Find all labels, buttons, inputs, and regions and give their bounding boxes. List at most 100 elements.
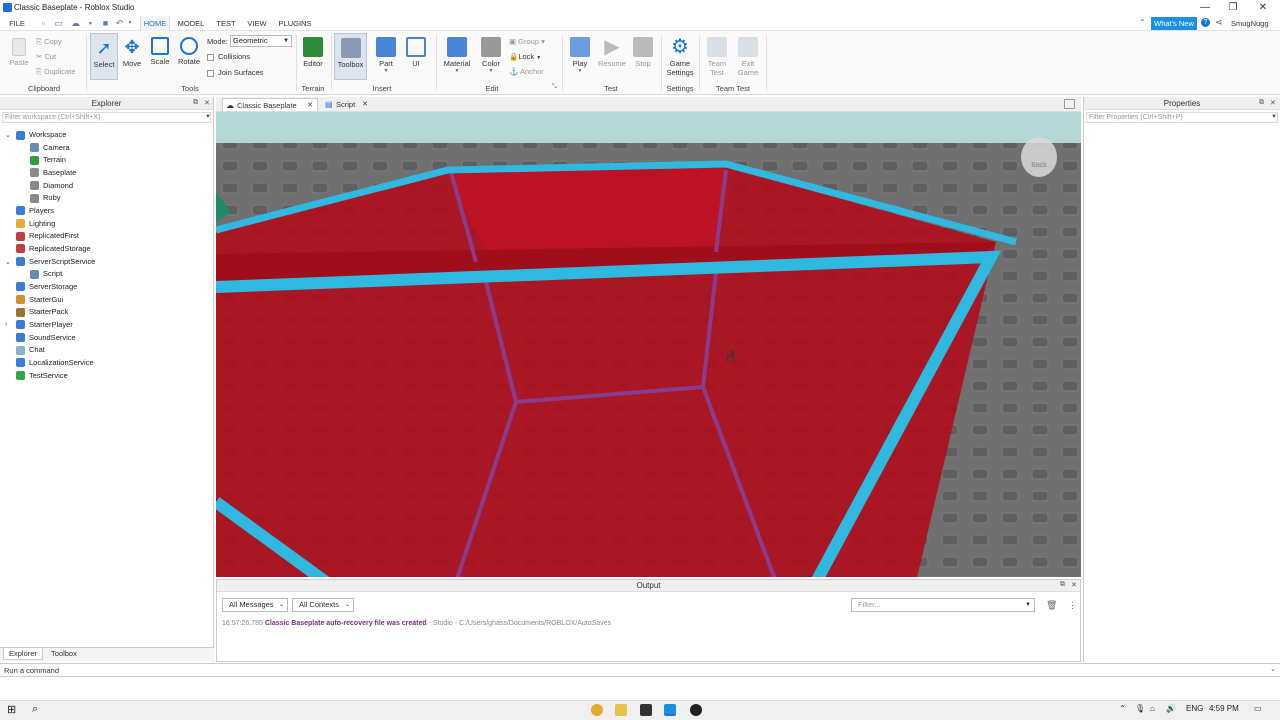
group-button[interactable]: ▣ Group ▾ [509,37,545,46]
toolbox-button[interactable]: Toolbox [334,33,367,80]
volume-icon[interactable]: 🔊 [1166,704,1176,713]
mode-dropdown[interactable]: Geometric ▼ [230,35,292,47]
close-icon[interactable]: ✕ [307,99,313,112]
stop-icon[interactable]: ■ [100,18,111,29]
chevron-down-icon[interactable]: ▼ [205,114,211,120]
stop-button[interactable]: Stop [631,37,655,68]
clock[interactable]: 4:59 PM [1209,704,1239,713]
tree-item-lighting[interactable]: Lighting [16,218,55,230]
save-icon[interactable]: ▪ [85,18,96,29]
edit-settings-icon[interactable]: ⤡ [552,84,557,91]
explorer-close-icon[interactable]: ✕ [204,99,210,107]
share-icon[interactable]: ⋖ [1215,17,1223,28]
username-label[interactable]: SmugNugg [1231,19,1269,28]
join-surfaces-toggle[interactable]: Join Surfaces [207,68,263,77]
help-icon[interactable]: ? [1201,18,1210,27]
team-test-button[interactable]: Team Test [703,37,731,77]
tab-plugins[interactable]: PLUGINS [276,16,314,31]
notifications-icon[interactable]: ▭ [1254,704,1262,713]
contexts-filter-dropdown[interactable]: All Contexts ⌄ [292,598,354,612]
move-tool-button[interactable]: ✥ Move [120,37,144,68]
tree-item-diamond[interactable]: Diamond [30,180,73,192]
rotate-tool-button[interactable]: Rotate [175,37,203,66]
material-button[interactable]: Material ▼ [441,37,473,74]
dock-icon[interactable]: ⧉ [1060,581,1065,589]
tree-item-baseplate[interactable]: Baseplate [30,167,76,179]
tab-view[interactable]: VIEW [244,16,270,31]
publish-icon[interactable]: ☁ [70,18,81,29]
lock-button[interactable]: 🔒Lock ▼ [509,52,541,61]
file-explorer-icon[interactable] [615,704,627,716]
explorer-filter-input[interactable]: Filter workspace (Ctrl+Shift+X) [2,112,211,123]
tab-explorer[interactable]: Explorer [3,648,43,660]
tree-item-localizationservice[interactable]: LocalizationService [16,357,94,369]
output-filter-input[interactable]: Filter... ▼ [851,598,1035,612]
tree-item-testservice[interactable]: TestService [16,370,68,382]
minimize-button[interactable]: — [1190,0,1220,16]
messages-filter-dropdown[interactable]: All Messages ⌄ [222,598,288,612]
part-button[interactable]: Part ▼ [372,37,400,74]
copy-button[interactable]: ⎘ Copy [36,37,62,47]
calculator-icon[interactable] [640,704,652,716]
open-file-icon[interactable]: ▭ [53,18,64,29]
roblox-studio-taskbar-icon[interactable] [664,704,676,716]
tab-script[interactable]: ▤ Script ✕ [322,98,372,111]
tree-item-replicatedfirst[interactable]: ReplicatedFirst [16,230,79,242]
output-close-icon[interactable]: ✕ [1071,581,1077,589]
duplicate-button[interactable]: ⎘ Duplicate [36,67,75,77]
game-settings-button[interactable]: ⚙ Game Settings [663,37,697,77]
close-icon[interactable]: ✕ [362,98,368,111]
search-icon[interactable]: ⌕ [32,703,38,716]
tree-item-players[interactable]: Players [16,205,54,217]
terrain-editor-button[interactable]: Editor [299,37,327,68]
anchor-button[interactable]: ⚓ Anchor [509,67,544,76]
microphone-icon[interactable]: 🎙 [1135,704,1145,713]
command-input[interactable]: Run a command [4,666,59,675]
select-tool-button[interactable]: ➚ Select [90,33,118,80]
tab-home[interactable]: HOME [140,16,170,31]
tree-item-starterplayer[interactable]: StarterPlayer [16,319,73,331]
obs-icon[interactable] [690,704,702,716]
tab-test[interactable]: TEST [214,16,238,31]
tree-item-soundservice[interactable]: SoundService [16,332,76,344]
maximize-viewport-icon[interactable] [1064,99,1075,109]
tree-item-serverstorage[interactable]: ServerStorage [16,281,77,293]
paste-button[interactable]: Paste [6,38,32,67]
network-icon[interactable]: ⌂ [1150,704,1155,713]
start-icon[interactable]: ⊞ [7,704,16,716]
3d-viewport[interactable]: Back ☝ [216,112,1081,577]
properties-filter-input[interactable]: Filter Properties (Ctrl+Shift+P) [1086,112,1278,123]
dock-icon[interactable]: ⧉ [193,99,198,107]
chevron-down-icon[interactable]: ▼ [1271,114,1277,120]
restore-button[interactable]: ❐ [1218,0,1248,16]
customize-toolbar-icon[interactable]: ▾ [127,18,133,29]
chevron-down-icon[interactable]: ⌄ [1270,665,1276,673]
collisions-toggle[interactable]: Collisions [207,52,250,61]
chevron-down-icon[interactable]: ⌄ [5,131,11,139]
resume-button[interactable]: ▶ Resume [597,37,627,68]
file-menu[interactable]: FILE [6,16,28,31]
collisions-checkbox[interactable] [207,53,214,61]
clear-output-icon[interactable]: 🗑 [1046,600,1057,611]
exit-game-button[interactable]: Exit Game [734,37,762,77]
chevron-right-icon[interactable]: › [5,321,7,328]
chevron-down-icon[interactable]: ⌄ [5,258,11,266]
view-cube[interactable] [1021,137,1057,177]
tree-item-starterpack[interactable]: StarterPack [16,306,68,318]
tree-item-camera[interactable]: Camera [30,142,70,154]
tree-item-terrain[interactable]: Terrain [30,154,66,166]
close-button[interactable]: ✕ [1248,0,1278,16]
collapse-ribbon-icon[interactable]: ⌃ [1139,18,1146,27]
join-surfaces-checkbox[interactable] [207,69,214,77]
chrome-icon[interactable] [591,704,603,716]
whats-new-button[interactable]: What's New [1151,17,1197,30]
language-indicator[interactable]: ENG [1186,704,1203,713]
play-button[interactable]: Play ▼ [566,37,594,74]
color-button[interactable]: Color ▼ [478,37,504,74]
tree-item-ruby[interactable]: Ruby [30,192,61,204]
tree-item-replicatedstorage[interactable]: ReplicatedStorage [16,243,91,255]
cut-button[interactable]: ✂ Cut [36,52,56,61]
tab-toolbox[interactable]: Toolbox [46,648,82,660]
properties-close-icon[interactable]: ✕ [1270,99,1276,107]
tree-item-script[interactable]: Script [30,268,62,280]
